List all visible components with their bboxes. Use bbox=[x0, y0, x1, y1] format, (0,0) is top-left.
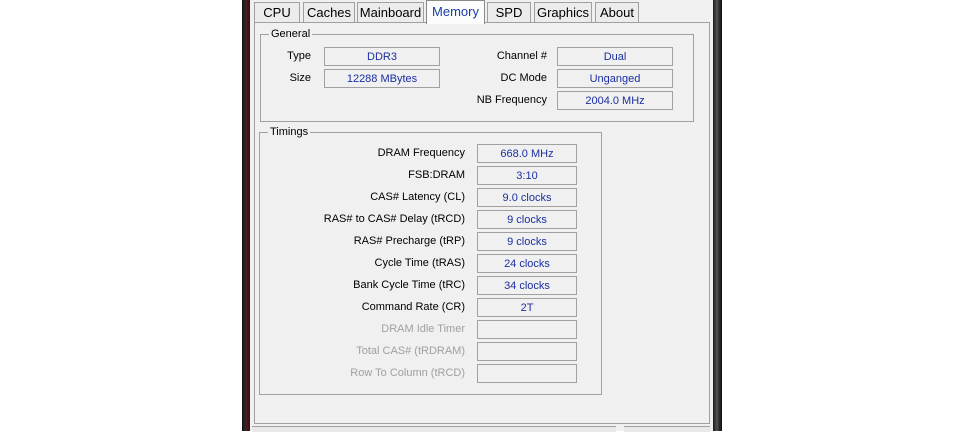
general-group: General Type DDR3 Size 12288 MBytes Chan… bbox=[260, 27, 694, 122]
timing-label: Cycle Time (tRAS) bbox=[374, 257, 465, 269]
dc-mode-value: Unganged bbox=[557, 69, 673, 88]
type-value: DDR3 bbox=[324, 47, 440, 66]
nb-frequency-value: 2004.0 MHz bbox=[557, 91, 673, 110]
general-group-title: General bbox=[269, 27, 313, 41]
timing-label: Command Rate (CR) bbox=[361, 301, 465, 313]
bottom-button-edge bbox=[624, 426, 710, 432]
timing-label: FSB:DRAM bbox=[408, 169, 465, 181]
size-value: 12288 MBytes bbox=[324, 69, 440, 88]
timing-value: 9.0 clocks bbox=[477, 188, 577, 207]
timing-value: 24 clocks bbox=[477, 254, 577, 273]
size-label: Size bbox=[289, 72, 311, 84]
timing-value-empty bbox=[477, 320, 577, 339]
nb-frequency-label: NB Frequency bbox=[476, 94, 547, 106]
timings-group-title: Timings bbox=[268, 125, 311, 139]
window-frame-left bbox=[242, 0, 250, 431]
type-label: Type bbox=[287, 50, 311, 62]
timing-value-empty bbox=[477, 342, 577, 361]
dc-mode-label: DC Mode bbox=[500, 72, 547, 84]
tab-mainboard[interactable]: Mainboard bbox=[357, 2, 424, 22]
timing-label-disabled: Row To Column (tRCD) bbox=[350, 367, 465, 379]
tab-memory[interactable]: Memory bbox=[426, 0, 485, 24]
tab-cpu[interactable]: CPU bbox=[254, 2, 300, 22]
tab-caches[interactable]: Caches bbox=[303, 2, 355, 22]
tab-spd[interactable]: SPD bbox=[487, 2, 531, 22]
timing-value: 9 clocks bbox=[477, 210, 577, 229]
timing-value: 9 clocks bbox=[477, 232, 577, 251]
timing-label-disabled: DRAM Idle Timer bbox=[381, 323, 465, 335]
channel-value: Dual bbox=[557, 47, 673, 66]
timing-label: CAS# Latency (CL) bbox=[370, 191, 465, 203]
memory-tab-page: General Type DDR3 Size 12288 MBytes Chan… bbox=[254, 22, 710, 424]
timing-value: 34 clocks bbox=[477, 276, 577, 295]
timing-label: RAS# to CAS# Delay (tRCD) bbox=[323, 213, 465, 225]
timing-value: 668.0 MHz bbox=[477, 144, 577, 163]
timing-label-disabled: Total CAS# (tRDRAM) bbox=[356, 345, 465, 357]
timings-group: Timings DRAM Frequency 668.0 MHz FSB:DRA… bbox=[259, 125, 602, 395]
timing-label: DRAM Frequency bbox=[377, 147, 465, 159]
tab-graphics[interactable]: Graphics bbox=[534, 2, 592, 22]
channel-label: Channel # bbox=[496, 50, 547, 62]
timing-label: Bank Cycle Time (tRC) bbox=[353, 279, 465, 291]
window-frame-right bbox=[713, 0, 722, 431]
tab-about[interactable]: About bbox=[595, 2, 639, 22]
timing-value: 2T bbox=[477, 298, 577, 317]
timing-value-empty bbox=[477, 364, 577, 383]
bottom-button-edge bbox=[252, 426, 616, 432]
timing-label: RAS# Precharge (tRP) bbox=[353, 235, 465, 247]
timing-value: 3:10 bbox=[477, 166, 577, 185]
